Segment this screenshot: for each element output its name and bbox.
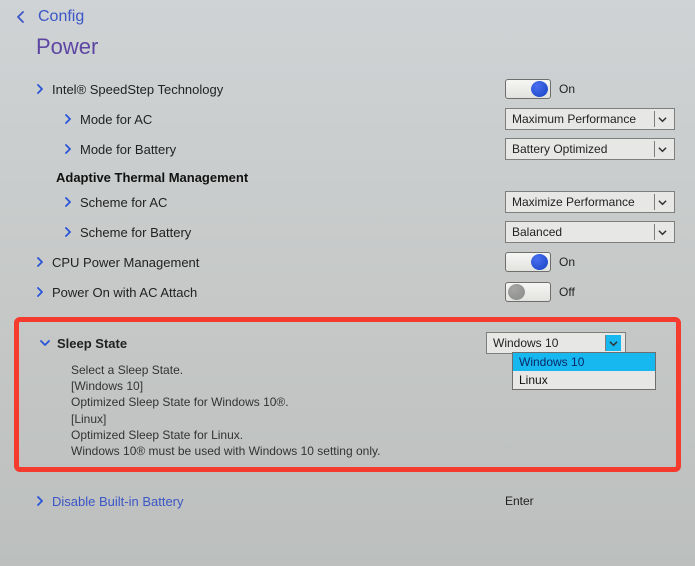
sleep-option-windows10[interactable]: Windows 10: [513, 353, 655, 371]
mode-ac-label: Mode for AC: [80, 112, 505, 127]
scheme-battery-label: Scheme for Battery: [80, 225, 505, 240]
chevron-down-icon: [654, 111, 670, 127]
chevron-right-icon: [56, 144, 80, 154]
select-sleep-state[interactable]: Windows 10: [486, 332, 626, 354]
chevron-right-icon: [56, 114, 80, 124]
chevron-right-icon: [28, 496, 52, 506]
select-mode-battery[interactable]: Battery Optimized: [505, 138, 675, 160]
chevron-right-icon: [28, 84, 52, 94]
toggle-ac-attach[interactable]: [505, 282, 551, 302]
sleep-state-label: Sleep State: [57, 336, 486, 351]
row-mode-ac[interactable]: Mode for AC Maximum Performance: [0, 104, 695, 134]
chevron-down-icon: [654, 141, 670, 157]
cpu-power-state: On: [559, 255, 575, 269]
select-mode-battery-value: Battery Optimized: [512, 142, 607, 156]
sleep-state-dropdown[interactable]: Windows 10 Linux: [512, 352, 656, 390]
select-scheme-battery[interactable]: Balanced: [505, 221, 675, 243]
chevron-right-icon: [56, 227, 80, 237]
ac-attach-label: Power On with AC Attach: [52, 285, 505, 300]
row-disable-battery[interactable]: Disable Built-in Battery Enter: [0, 486, 695, 516]
row-speedstep[interactable]: Intel® SpeedStep Technology On: [0, 74, 695, 104]
select-scheme-ac[interactable]: Maximize Performance: [505, 191, 675, 213]
sleep-state-section: Sleep State Windows 10 Select a Sleep St…: [14, 317, 681, 472]
scheme-ac-label: Scheme for AC: [80, 195, 505, 210]
chevron-right-icon: [56, 197, 80, 207]
sleep-option-linux[interactable]: Linux: [513, 371, 655, 389]
disable-battery-action: Enter: [505, 494, 534, 508]
disable-battery-label[interactable]: Disable Built-in Battery: [52, 494, 505, 509]
row-scheme-battery[interactable]: Scheme for Battery Balanced: [0, 217, 695, 247]
select-scheme-ac-value: Maximize Performance: [512, 195, 635, 209]
select-sleep-state-value: Windows 10: [493, 336, 558, 350]
row-cpu-power[interactable]: CPU Power Management On: [0, 247, 695, 277]
page-title: Power: [0, 26, 695, 74]
speedstep-state: On: [559, 82, 575, 96]
cpu-power-label: CPU Power Management: [52, 255, 505, 270]
ac-attach-state: Off: [559, 285, 575, 299]
mode-battery-label: Mode for Battery: [80, 142, 505, 157]
chevron-down-icon: [605, 335, 621, 351]
breadcrumb[interactable]: Config: [38, 8, 84, 26]
toggle-speedstep[interactable]: [505, 79, 551, 99]
back-arrow-icon[interactable]: [14, 10, 28, 24]
chevron-right-icon: [28, 287, 52, 297]
row-mode-battery[interactable]: Mode for Battery Battery Optimized: [0, 134, 695, 164]
chevron-down-icon: [33, 338, 57, 348]
row-scheme-ac[interactable]: Scheme for AC Maximize Performance: [0, 187, 695, 217]
select-mode-ac[interactable]: Maximum Performance: [505, 108, 675, 130]
chevron-down-icon: [654, 194, 670, 210]
chevron-down-icon: [654, 224, 670, 240]
toggle-cpu-power[interactable]: [505, 252, 551, 272]
speedstep-label: Intel® SpeedStep Technology: [52, 82, 505, 97]
select-mode-ac-value: Maximum Performance: [512, 112, 636, 126]
select-scheme-battery-value: Balanced: [512, 225, 562, 239]
row-ac-attach[interactable]: Power On with AC Attach Off: [0, 277, 695, 307]
chevron-right-icon: [28, 257, 52, 267]
heading-thermal: Adaptive Thermal Management: [0, 170, 695, 185]
